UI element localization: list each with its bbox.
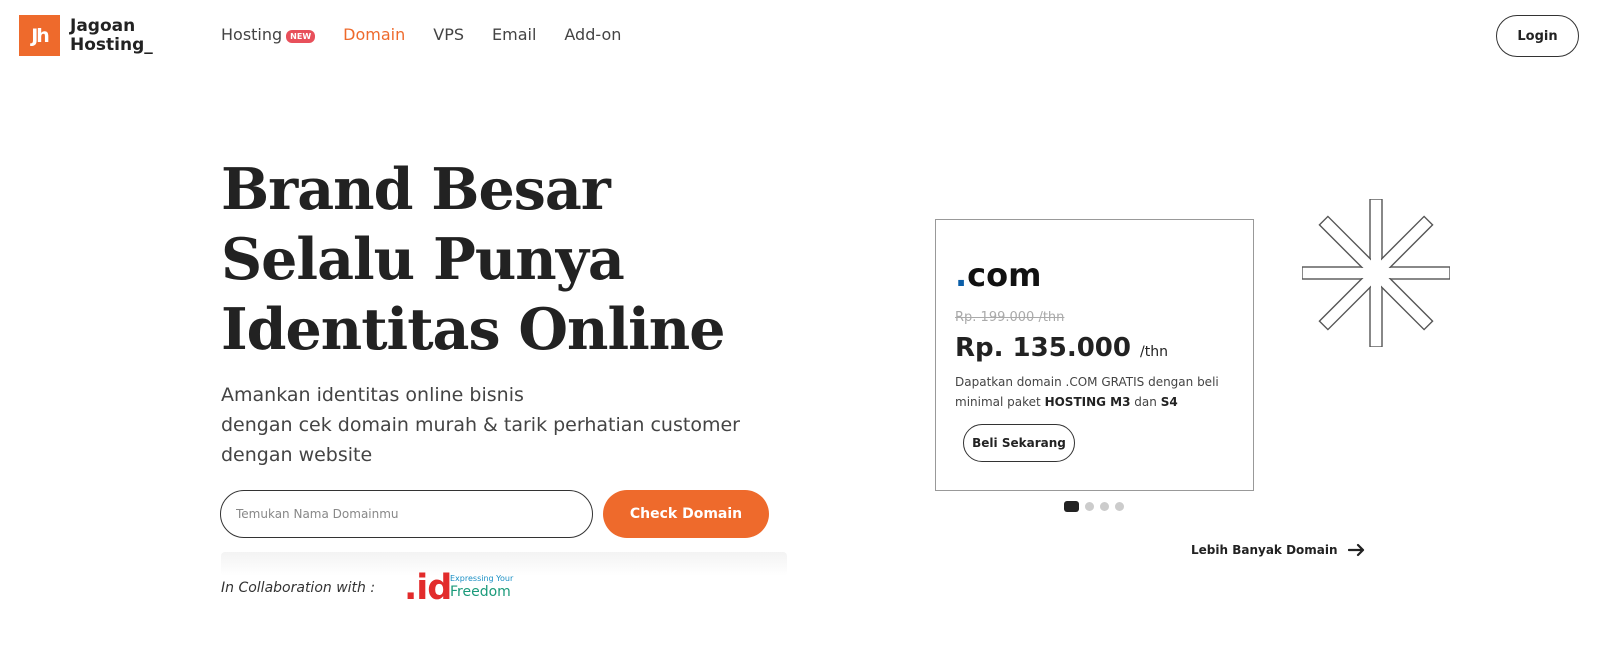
hero-subtext: Amankan identitas online bisnis dengan c… [221,380,781,470]
carousel-dot[interactable] [1100,502,1109,511]
desc-bold: HOSTING M3 [1044,395,1131,409]
headline-line: Selalu Punya [221,226,625,293]
brand-name: Jagoan Hosting_ [70,15,153,55]
logo-mark-icon: Jh [19,15,60,56]
check-domain-button[interactable]: Check Domain [603,490,769,538]
nav-item-label: Domain [343,25,406,44]
brand-logo[interactable]: Jh Jagoan Hosting_ [19,15,153,56]
domain-search-input[interactable] [220,490,593,538]
buy-now-button[interactable]: Beli Sekarang [963,424,1075,462]
login-button[interactable]: Login [1496,15,1579,57]
nav-item-label: VPS [433,25,464,44]
promo-description: Dapatkan domain .COM GRATIS dengan beli … [955,372,1245,412]
carousel-dots [1064,501,1130,512]
price-value: Rp. 135.000 [955,333,1131,363]
current-price: Rp. 135.000 /thn [955,333,1168,363]
collab-label: In Collaboration with : [221,580,376,596]
id-logo-mark: .id [404,568,452,608]
nav-item-vps[interactable]: VPS [433,25,464,44]
extension-dot: . [955,256,968,294]
domain-promo-card: .com Rp. 199.000 /thn Rp. 135.000 /thn D… [935,219,1254,491]
old-price: Rp. 199.000 /thn [955,310,1065,325]
new-badge: NEW [286,30,316,43]
brand-name-line1: Jagoan [70,15,136,36]
domain-extension: .com [955,256,1041,294]
subtext-line: dengan cek domain murah & tarik perhatia… [221,414,740,436]
desc-text: dan [1130,395,1161,409]
headline-line: Identitas Online [221,296,726,363]
carousel-dot-active[interactable] [1064,501,1079,512]
site-header: Jh Jagoan Hosting_ Hosting NEW Domain VP… [0,0,1600,72]
subtext-line: dengan website [221,444,373,466]
arrow-right-icon [1347,543,1364,557]
carousel-dot[interactable] [1115,502,1124,511]
brand-name-line2: Hosting_ [70,34,153,55]
subtext-line: Amankan identitas online bisnis [221,384,524,406]
nav-item-label: Add-on [564,25,622,44]
nav-item-label: Email [492,25,537,44]
asterisk-star-icon [1302,199,1450,347]
id-logo-word: Freedom [450,584,511,600]
headline-line: Brand Besar [221,156,611,223]
price-unit: /thn [1140,344,1168,360]
more-domains-label: Lebih Banyak Domain [1191,543,1338,557]
nav-item-label: Hosting [221,25,283,44]
hero-headline: Brand Besar Selalu Punya Identitas Onlin… [221,155,781,365]
nav-item-email[interactable]: Email [492,25,536,44]
desc-bold: S4 [1160,395,1178,409]
extension-name: com [967,256,1042,294]
more-domains-link[interactable]: Lebih Banyak Domain [1191,543,1366,557]
carousel-dot[interactable] [1085,502,1094,511]
nav-item-addon[interactable]: Add-on [564,25,621,44]
nav-item-hosting[interactable]: Hosting NEW [221,25,316,44]
partner-id-logo[interactable]: .id Expressing Your Freedom [404,568,524,608]
id-logo-tagline: Expressing Your [450,574,514,583]
main-nav: Hosting NEW Domain VPS Email Add-on [221,25,649,44]
nav-item-domain[interactable]: Domain [343,25,405,44]
